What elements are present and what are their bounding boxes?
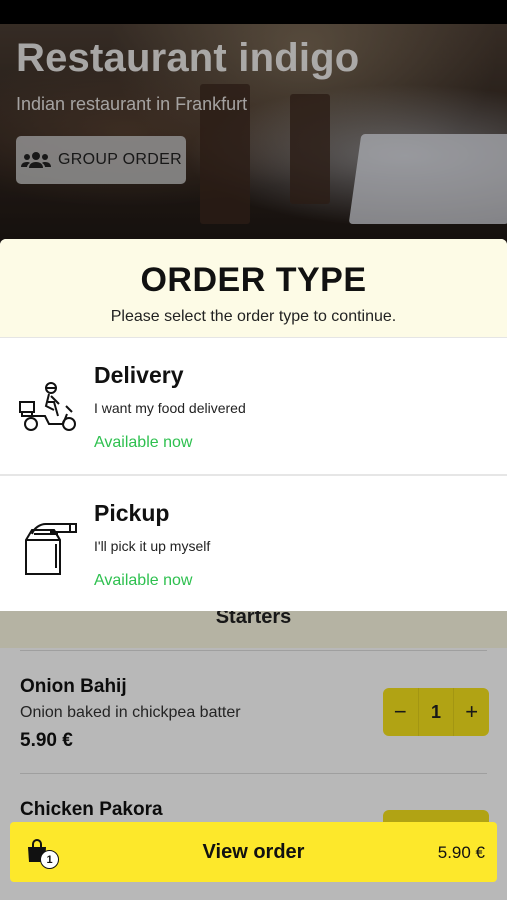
availability-status: Available now	[94, 572, 193, 589]
sheet-header: ORDER TYPE Please select the order type …	[0, 239, 507, 338]
view-order-label: View order	[202, 841, 305, 863]
option-title: Pickup	[94, 500, 170, 526]
availability-status: Available now	[94, 434, 193, 451]
scooter-delivery-icon	[19, 382, 76, 431]
order-type-sheet: ORDER TYPE Please select the order type …	[0, 239, 507, 611]
view-order-button[interactable]: 1 View order 5.90 €	[10, 822, 497, 882]
sheet-subtitle: Please select the order type to continue…	[110, 308, 397, 325]
sheet-title: ORDER TYPE	[140, 261, 367, 299]
option-description: I want my food delivered	[94, 400, 246, 416]
order-total-price: 5.90 €	[437, 843, 485, 862]
option-title: Delivery	[94, 362, 184, 388]
pickup-option[interactable]: Pickup I'll pick it up myself Available …	[0, 476, 507, 611]
option-description: I'll pick it up myself	[94, 538, 211, 554]
pickup-bag-icon	[25, 523, 77, 575]
delivery-option[interactable]: Delivery I want my food delivered Availa…	[0, 338, 507, 476]
